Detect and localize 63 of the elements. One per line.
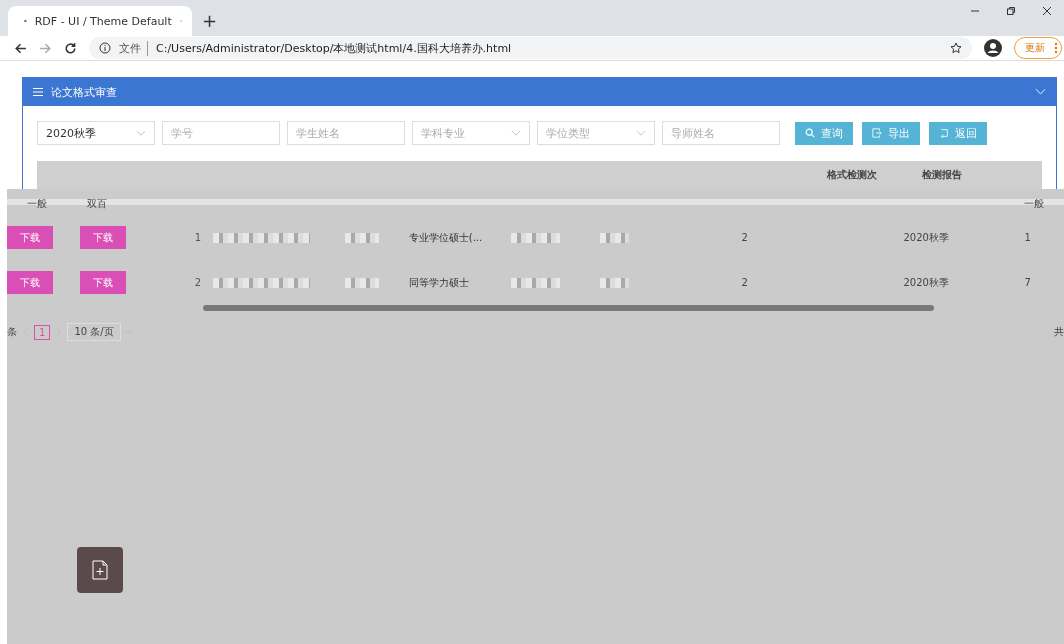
scrollbar-thumb[interactable] [203,305,934,311]
table-cell-text: 2 [193,277,203,288]
back-arrow-icon[interactable] [14,41,27,55]
table-cell-text: 专业学位硕士(... [408,230,484,245]
table-cell-text: 2020秋季 [902,275,950,290]
table-cell-text: 2020秋季 [902,230,950,245]
column-header: 检测报告 [921,168,963,182]
chevron-down-icon[interactable] [636,129,646,137]
filter-field[interactable]: 2020秋季 [37,121,155,145]
column-header: 格式检测次 [826,168,878,182]
pagination-text: 条 [7,325,17,339]
panel-title: 论文格式审查 [51,84,117,100]
reload-icon[interactable] [64,41,77,55]
column-header: 一般 [26,197,48,211]
table-cell-text: 2 [740,232,749,243]
info-icon [99,42,111,54]
action-button[interactable]: 查询 [795,121,853,145]
add-file-button[interactable] [77,547,123,593]
export-icon [872,128,882,138]
search-icon [805,128,815,138]
avatar-icon[interactable] [984,39,1002,57]
url-text: C:/Users/Administrator/Desktop/本地测试html/4.国科大培养办.html [156,40,513,56]
chevron-down-icon[interactable] [136,129,146,137]
table-cell-text: 7 [1023,277,1032,288]
download-button[interactable]: 下载 [7,271,53,294]
filter-field[interactable]: 学生姓名 [287,121,405,145]
redacted-block [344,277,379,288]
file-plus-icon [92,560,108,580]
redacted-block [511,232,560,243]
forward-arrow-icon[interactable] [39,41,52,55]
redacted-block [344,232,379,243]
download-button[interactable]: 下载 [7,226,53,249]
more-icon[interactable] [1054,42,1058,54]
column-header: 双百 [86,197,108,211]
chevron-down-icon[interactable] [511,129,521,137]
page-button[interactable]: 1 [34,324,51,340]
star-icon[interactable] [950,42,962,54]
return-icon [939,128,949,138]
browser-tab[interactable]: RDF - UI / Theme Default [8,6,192,36]
filter-field[interactable]: 学位类型 [537,121,655,145]
filter-field[interactable]: 学科专业 [412,121,530,145]
download-button[interactable]: 下载 [79,226,126,249]
tab-title: RDF - UI / Theme Default [34,14,172,28]
new-tab-button[interactable]: + [202,10,218,31]
redacted-block [599,277,629,288]
table-cell-text: 1 [193,232,203,243]
address-label: 文件 [119,40,148,56]
action-button[interactable]: 返回 [929,121,987,145]
page-size-select[interactable]: 10 条/页 [67,323,121,341]
table-cell-text: 1 [1023,232,1032,243]
table-cell-text: 同等学力硕士 [408,275,470,290]
restore-icon[interactable] [1006,6,1016,16]
download-button[interactable]: 下载 [79,271,126,294]
filter-field[interactable]: 导师姓名 [662,121,780,145]
redacted-block [511,277,560,288]
redacted-block [599,232,629,243]
address-bar[interactable]: 文件 C:/Users/Administrator/Desktop/本地测试html/4.国科大培养办.html [89,37,972,59]
menu-icon[interactable] [33,87,43,97]
pagination-text: 共 [1054,325,1064,339]
column-header: 一般 [1023,197,1045,211]
table-cell-text: 2 [740,277,749,288]
action-button[interactable]: 导出 [862,121,920,145]
filter-field[interactable]: 学号 [162,121,280,145]
